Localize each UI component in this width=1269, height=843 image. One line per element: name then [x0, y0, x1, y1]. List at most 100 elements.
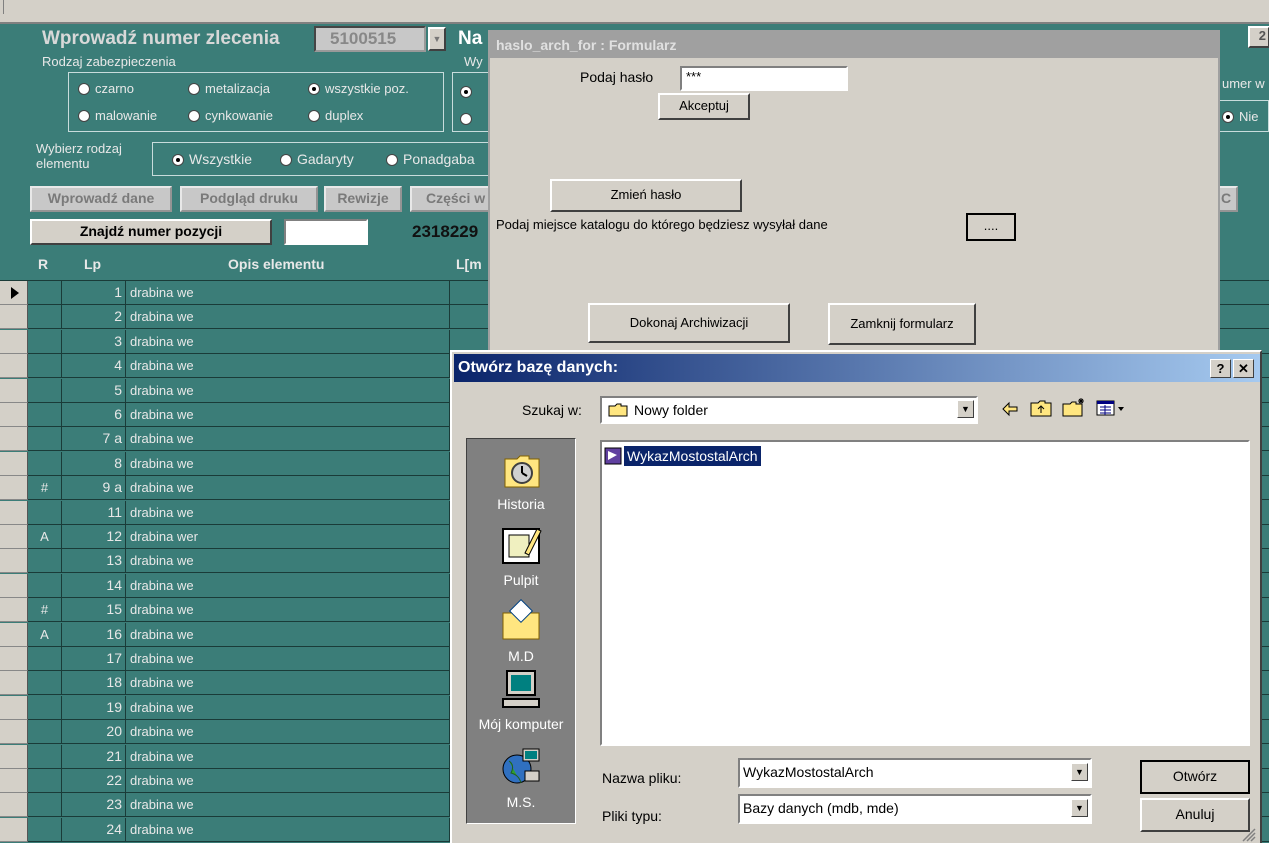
cell-description[interactable]: drabina we	[127, 500, 450, 525]
cell-lp[interactable]: 15	[62, 598, 126, 623]
cell-description[interactable]: drabina we	[127, 549, 450, 574]
row-selector[interactable]	[0, 598, 28, 623]
cell-r[interactable]: #	[28, 598, 62, 623]
filetype-select[interactable]: Bazy danych (mdb, mde) ▼	[738, 794, 1092, 824]
cell-lp[interactable]: 18	[62, 671, 126, 696]
close-form-button[interactable]: Zamknij formularz	[828, 303, 976, 345]
accept-button[interactable]: Akceptuj	[658, 93, 750, 120]
row-selector[interactable]	[0, 817, 28, 842]
row-selector[interactable]	[0, 647, 28, 671]
radio-metalizacja[interactable]: metalizacja	[188, 81, 270, 96]
place-desktop[interactable]: Pulpit	[467, 523, 575, 588]
cell-description[interactable]: drabina we	[127, 598, 450, 623]
cell-lp[interactable]: 13	[62, 549, 126, 574]
cell-description[interactable]: drabina we	[127, 329, 450, 354]
cell-r[interactable]	[28, 769, 62, 793]
cell-lp[interactable]: 19	[62, 695, 126, 720]
cell-r[interactable]	[28, 573, 62, 598]
cell-description[interactable]: drabina wer	[127, 525, 450, 549]
cell-lp[interactable]: 22	[62, 769, 126, 793]
cell-r[interactable]	[28, 744, 62, 769]
cell-r[interactable]	[28, 549, 62, 574]
cell-lp[interactable]: 9 a	[62, 476, 126, 501]
cell-description[interactable]: drabina we	[127, 403, 450, 427]
cell-description[interactable]: drabina we	[127, 354, 450, 379]
cell-description[interactable]: drabina we	[127, 769, 450, 793]
radio-wszystkie[interactable]: Wszystkie	[172, 151, 252, 167]
row-selector[interactable]	[0, 622, 28, 647]
revisions-button[interactable]: Rewizje	[324, 186, 402, 212]
row-selector[interactable]	[0, 354, 28, 379]
cell-lp[interactable]: 14	[62, 573, 126, 598]
radio-ponadgaba[interactable]: Ponadgaba	[386, 151, 475, 167]
cell-r[interactable]	[28, 793, 62, 818]
row-selector[interactable]	[0, 744, 28, 769]
row-selector[interactable]	[0, 281, 28, 305]
resize-grip-icon[interactable]	[1240, 826, 1256, 842]
order-combo-arrow-icon[interactable]: ▼	[428, 27, 446, 51]
cell-r[interactable]	[28, 500, 62, 525]
cell-r[interactable]	[28, 329, 62, 354]
cell-lp[interactable]: 2	[62, 305, 126, 330]
cell-description[interactable]: drabina we	[127, 281, 450, 305]
cell-lp[interactable]: 24	[62, 817, 126, 842]
cell-description[interactable]: drabina we	[127, 720, 450, 745]
row-selector[interactable]	[0, 476, 28, 501]
file-list[interactable]: WykazMostostalArch	[600, 440, 1250, 746]
cell-lp[interactable]: 7 a	[62, 427, 126, 452]
cell-lp[interactable]: 12	[62, 525, 126, 549]
filename-dropdown-icon[interactable]: ▼	[1071, 763, 1088, 781]
cell-lp[interactable]: 6	[62, 403, 126, 427]
cell-r[interactable]	[28, 281, 62, 305]
row-selector[interactable]	[0, 378, 28, 403]
cell-description[interactable]: drabina we	[127, 647, 450, 671]
row-selector[interactable]	[0, 671, 28, 696]
radio-malowanie[interactable]: malowanie	[78, 108, 157, 123]
radio-wszystkie-poz[interactable]: wszystkie poz.	[308, 81, 409, 96]
place-history[interactable]: Historia	[467, 447, 575, 512]
cell-r[interactable]	[28, 817, 62, 842]
back-arrow-icon[interactable]	[1000, 400, 1020, 418]
cell-r[interactable]	[28, 403, 62, 427]
up-folder-icon[interactable]	[1030, 399, 1052, 417]
cell-description[interactable]: drabina we	[127, 427, 450, 452]
cell-r[interactable]	[28, 695, 62, 720]
row-selector[interactable]	[0, 720, 28, 745]
order-number-combo[interactable]: 5100515	[314, 26, 426, 52]
close-icon[interactable]: ✕	[1233, 359, 1254, 378]
cell-description[interactable]: drabina we	[127, 622, 450, 647]
view-menu-icon[interactable]	[1096, 400, 1126, 416]
cell-description[interactable]: drabina we	[127, 378, 450, 403]
cell-r[interactable]: A	[28, 525, 62, 549]
cell-r[interactable]	[28, 305, 62, 330]
row-selector[interactable]	[0, 500, 28, 525]
password-input[interactable]: ***	[680, 66, 848, 91]
row-selector[interactable]	[0, 695, 28, 720]
cell-description[interactable]: drabina we	[127, 817, 450, 842]
cell-description[interactable]: drabina we	[127, 793, 450, 818]
cell-lp[interactable]: 20	[62, 720, 126, 745]
cell-lp[interactable]: 23	[62, 793, 126, 818]
row-selector[interactable]	[0, 403, 28, 427]
cell-lp[interactable]: 3	[62, 329, 126, 354]
cell-r[interactable]	[28, 427, 62, 452]
place-network[interactable]: M.S.	[467, 745, 575, 810]
look-in-dropdown-icon[interactable]: ▼	[957, 400, 974, 418]
row-selector[interactable]	[0, 451, 28, 476]
cell-description[interactable]: drabina we	[127, 695, 450, 720]
row-selector[interactable]	[0, 329, 28, 354]
filename-input[interactable]: WykazMostostalArch ▼	[738, 758, 1092, 788]
cell-r[interactable]	[28, 354, 62, 379]
cell-lp[interactable]: 1	[62, 281, 126, 305]
cell-description[interactable]: drabina we	[127, 451, 450, 476]
radio-gadaryty[interactable]: Gadaryty	[280, 151, 354, 167]
cell-lp[interactable]: 11	[62, 500, 126, 525]
cell-description[interactable]: drabina we	[127, 744, 450, 769]
top-right-field[interactable]: 2	[1248, 26, 1269, 48]
radio-czarno[interactable]: czarno	[78, 81, 134, 96]
radio-cynkowanie[interactable]: cynkowanie	[188, 108, 273, 123]
cell-r[interactable]: #	[28, 476, 62, 501]
open-button[interactable]: Otwórz	[1140, 760, 1250, 794]
cell-lp[interactable]: 17	[62, 647, 126, 671]
cell-r[interactable]: A	[28, 622, 62, 647]
